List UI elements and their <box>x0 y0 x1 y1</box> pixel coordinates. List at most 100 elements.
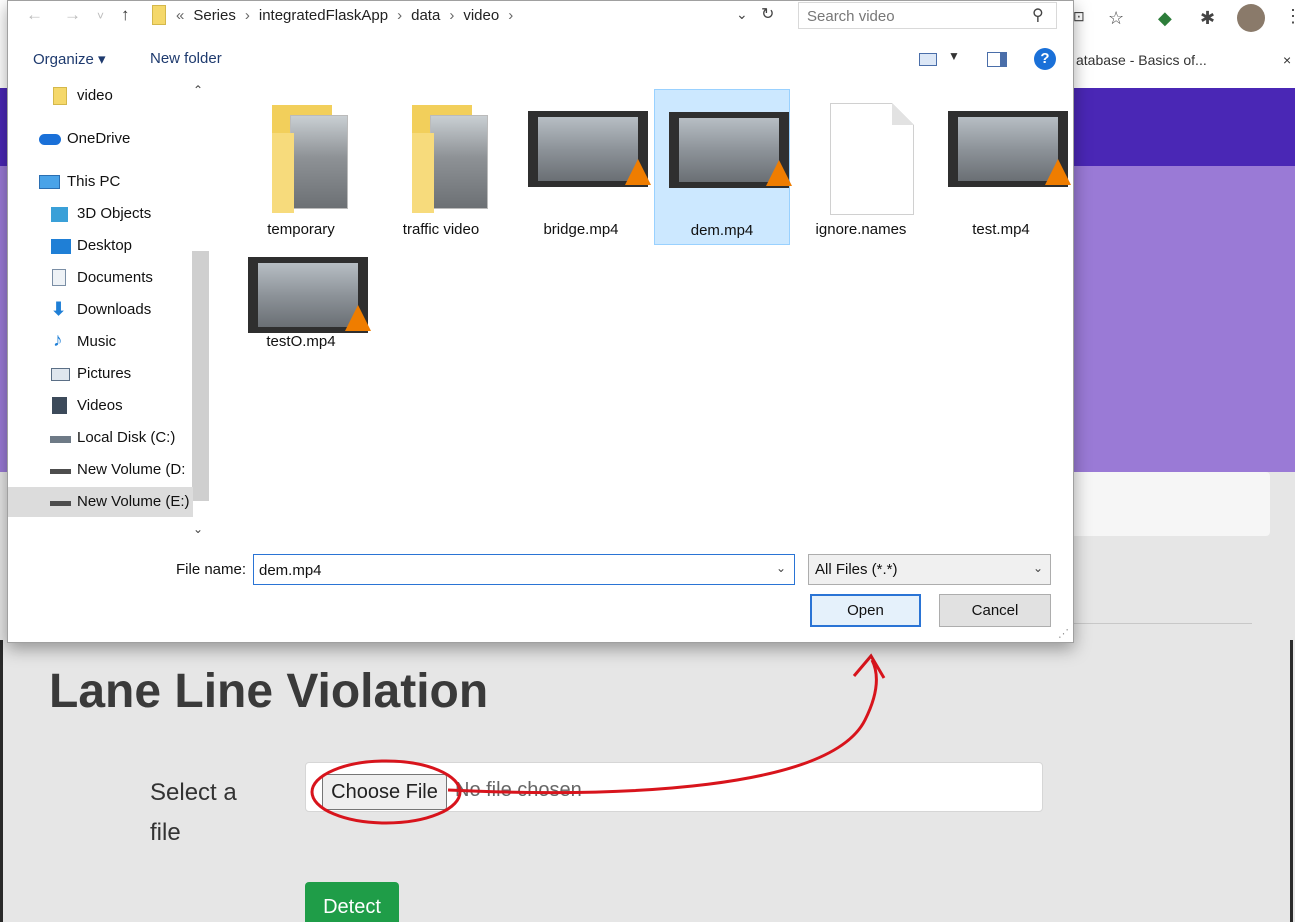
nav-item-label: 3D Objects <box>77 205 152 222</box>
view-options-caret-icon[interactable]: ▼ <box>948 49 960 63</box>
nav-item-label: Downloads <box>77 301 152 318</box>
desktop-icon <box>51 239 71 254</box>
help-icon[interactable]: ? <box>1034 48 1056 70</box>
folder-icon <box>248 103 352 213</box>
new-folder-button[interactable]: New folder <box>150 50 222 67</box>
nav-item-video[interactable]: video <box>8 81 193 111</box>
folder-icon <box>53 87 67 105</box>
file-name: testO.mp4 <box>266 333 336 350</box>
profile-avatar[interactable] <box>1237 4 1265 32</box>
video-file-icon <box>948 103 1071 187</box>
file-type-value: All Files (*.*) <box>815 561 898 578</box>
breadcrumb-overflow-icon[interactable]: « <box>176 7 184 24</box>
file-item-test[interactable]: test.mp4 <box>934 89 1071 245</box>
nav-item-label: video <box>77 87 113 104</box>
detect-button[interactable]: Detect <box>305 882 399 922</box>
file-list: temporary traffic video bridge.mp4 dem.m… <box>228 87 1071 537</box>
page-title: Lane Line Violation <box>49 665 489 718</box>
recent-locations-icon[interactable]: ˅ <box>97 9 104 23</box>
nav-item-label: OneDrive <box>67 130 131 147</box>
nav-item-onedrive[interactable]: OneDrive <box>8 124 193 154</box>
video-file-icon <box>528 103 651 187</box>
nav-item-videos[interactable]: Videos <box>8 391 193 421</box>
vlc-icon <box>625 159 651 185</box>
extension-colorful-icon[interactable]: ◆ <box>1158 8 1172 29</box>
search-icon[interactable]: ⚲ <box>1032 5 1044 25</box>
file-type-select[interactable]: All Files (*.*) ⌄ <box>808 554 1051 585</box>
nav-item-label: Videos <box>77 397 123 414</box>
resize-grip-icon[interactable]: ⋰ <box>1058 627 1069 640</box>
window-border <box>1290 640 1293 922</box>
nav-item-label: Local Disk (C:) <box>77 429 176 446</box>
file-item-ignore-names[interactable]: ignore.names <box>794 89 930 245</box>
file-name: traffic video <box>402 221 480 238</box>
documents-icon <box>52 269 66 286</box>
preview-pane-icon[interactable] <box>987 52 1007 67</box>
nav-item-desktop[interactable]: Desktop <box>8 231 193 261</box>
breadcrumb-series[interactable]: Series <box>193 7 236 24</box>
nav-item-this-pc[interactable]: This PC <box>8 167 193 197</box>
nav-item-documents[interactable]: Documents <box>8 263 193 293</box>
file-item-traffic-video[interactable]: traffic video <box>374 89 510 245</box>
file-item-test0[interactable]: testO.mp4 <box>234 233 371 389</box>
select-file-label: Select a file <box>150 779 237 846</box>
bookmark-item[interactable]: atabase - Basics of... <box>1076 52 1207 68</box>
nav-item-label: New Volume (D: <box>77 461 186 478</box>
nav-item-pictures[interactable]: Pictures <box>8 359 193 389</box>
back-arrow-icon[interactable]: ← <box>26 5 43 25</box>
organize-button[interactable]: Organize ▾ <box>33 50 106 68</box>
this-pc-icon <box>39 175 60 189</box>
nav-item-local-disk[interactable]: Local Disk (C:) <box>8 423 193 453</box>
navigation-pane: ⌃ ⌄ video OneDrive This PC 3D Objects De… <box>8 81 211 546</box>
puzzle-extension-icon[interactable]: ✱ <box>1200 8 1215 29</box>
file-name-combobox[interactable]: ⌄ <box>253 554 795 585</box>
file-name: bridge.mp4 <box>543 221 619 238</box>
drive-icon <box>50 469 71 474</box>
video-file-icon <box>248 249 371 333</box>
nav-item-new-volume-e[interactable]: New Volume (E:) <box>8 487 193 517</box>
document-icon <box>808 103 914 215</box>
breadcrumb-integratedflaskapp[interactable]: integratedFlaskApp <box>259 7 388 24</box>
scroll-down-icon[interactable]: ⌄ <box>193 522 203 536</box>
nav-scrollbar[interactable] <box>192 251 209 501</box>
file-name: dem.mp4 <box>690 222 754 239</box>
search-box[interactable]: ⚲ <box>798 2 1057 29</box>
nav-item-new-volume-d[interactable]: New Volume (D: <box>8 455 193 485</box>
chevron-down-icon[interactable]: ⌄ <box>776 561 786 575</box>
breadcrumb-data[interactable]: data <box>411 7 440 24</box>
file-item-dem[interactable]: dem.mp4 <box>654 89 792 245</box>
chevron-down-icon[interactable]: ⌄ <box>1033 561 1043 575</box>
chevron-right-icon[interactable]: › <box>397 7 402 24</box>
close-icon[interactable]: × <box>1283 52 1291 68</box>
nav-item-downloads[interactable]: ⬇ Downloads <box>8 295 193 325</box>
chevron-right-icon[interactable]: › <box>449 7 454 24</box>
nav-item-label: Music <box>77 333 117 350</box>
up-arrow-icon[interactable]: ↑ <box>121 5 130 25</box>
vlc-icon <box>766 160 792 186</box>
kebab-menu-icon[interactable]: ⋮ <box>1284 6 1295 27</box>
file-item-temporary[interactable]: temporary <box>234 89 370 245</box>
change-view-icon[interactable] <box>919 53 937 66</box>
divider <box>1060 623 1252 624</box>
forward-arrow-icon[interactable]: → <box>64 5 81 25</box>
choose-file-button[interactable]: Choose File <box>322 774 447 810</box>
file-name-input[interactable] <box>259 560 759 580</box>
pictures-icon <box>51 368 70 381</box>
breadcrumb-video[interactable]: video <box>463 7 499 24</box>
open-button[interactable]: Open <box>810 594 921 627</box>
no-file-chosen-text: No file chosen <box>455 779 582 801</box>
chevron-right-icon[interactable]: › <box>245 7 250 24</box>
chevron-right-icon[interactable]: › <box>508 7 513 24</box>
nav-item-label: New Volume (E:) <box>77 493 190 510</box>
chevron-down-icon[interactable]: ⌄ <box>736 6 748 23</box>
search-input[interactable] <box>807 6 1007 26</box>
cancel-button[interactable]: Cancel <box>939 594 1051 627</box>
nav-item-music[interactable]: ♪ Music <box>8 327 193 357</box>
file-item-bridge[interactable]: bridge.mp4 <box>514 89 651 245</box>
refresh-icon[interactable]: ↻ <box>761 4 774 24</box>
onedrive-cloud-icon <box>39 134 61 145</box>
scroll-up-icon[interactable]: ⌃ <box>193 83 203 97</box>
star-icon[interactable]: ☆ <box>1108 8 1124 29</box>
nav-item-3d-objects[interactable]: 3D Objects <box>8 199 193 229</box>
vlc-icon <box>1045 159 1071 185</box>
